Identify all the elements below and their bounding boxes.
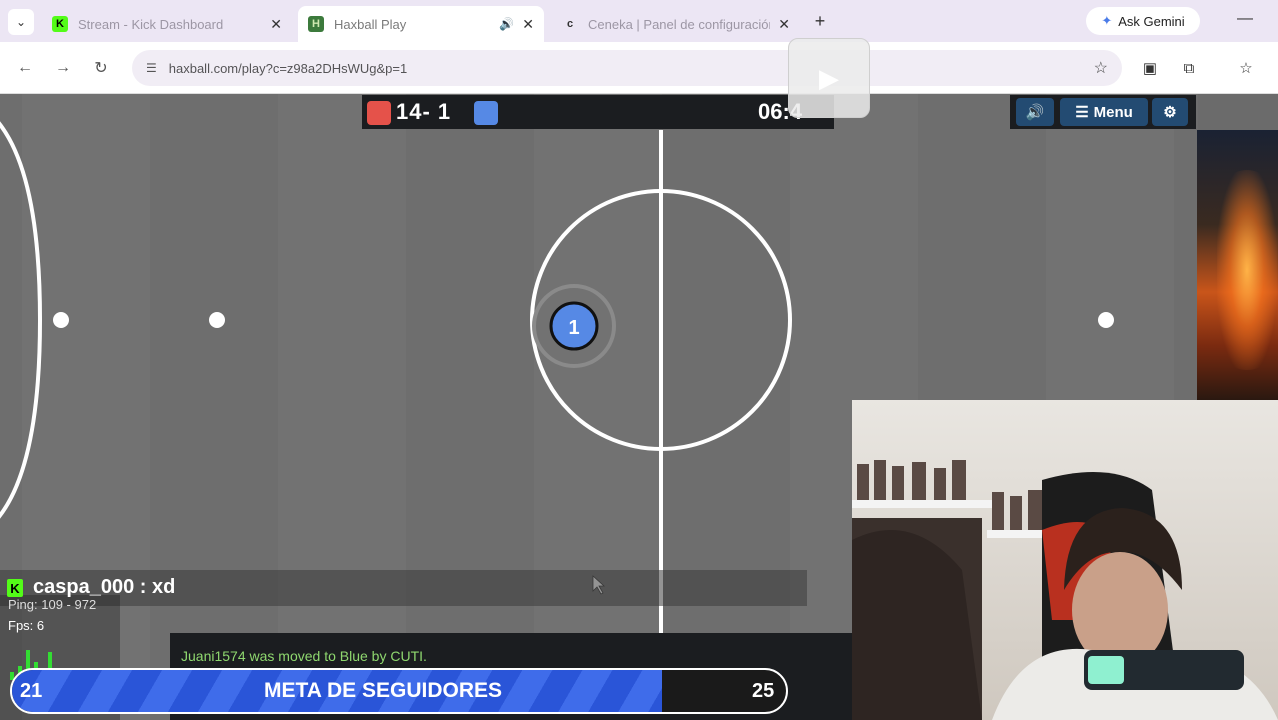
screen: ⌄ K Stream - Kick Dashboard ✕ H Haxball … xyxy=(0,0,1278,720)
close-icon[interactable]: ✕ xyxy=(778,16,790,33)
kick-logo-icon: K xyxy=(7,579,23,597)
shelf xyxy=(852,500,1002,508)
sound-button[interactable]: 🔊 xyxy=(1016,98,1054,126)
speaker-icon[interactable]: 🔊 xyxy=(499,17,514,31)
video-play-overlay[interactable]: ▶ xyxy=(788,38,870,118)
tab-title: Ceneka | Panel de configuración xyxy=(588,16,771,32)
gemini-sparkle-icon: ✦ xyxy=(1101,13,1113,28)
menu-button[interactable]: ☰ Menu xyxy=(1060,98,1148,126)
goal-target: 25 xyxy=(752,680,775,702)
back-button[interactable]: ← xyxy=(12,55,38,81)
ask-gemini-button[interactable]: ✦ Ask Gemini xyxy=(1086,7,1200,35)
browser-tab-strip: ⌄ K Stream - Kick Dashboard ✕ H Haxball … xyxy=(0,0,1278,42)
reload-button[interactable]: ↻ xyxy=(88,55,114,81)
plus-icon: + xyxy=(814,10,826,31)
chat-message: caspa_000 : xd xyxy=(33,576,176,598)
tab-title: Haxball Play xyxy=(334,16,407,32)
tab-ceneka-panel[interactable]: c Ceneka | Panel de configuración ✕ xyxy=(552,6,800,42)
arrow-left-icon: ← xyxy=(17,59,33,76)
fps-readout: Fps: 6 xyxy=(8,618,45,633)
goal-post xyxy=(1098,312,1114,328)
tab-search-button[interactable]: ⌄ xyxy=(8,9,34,35)
blue-team-square xyxy=(474,101,498,125)
penalty-spot xyxy=(209,312,225,328)
red-team-square xyxy=(367,101,391,125)
settings-button[interactable]: ⚙ xyxy=(1152,98,1188,126)
bookmark-star-icon[interactable]: ☆ xyxy=(1094,58,1108,78)
extensions-puzzle-icon[interactable]: ⧉ xyxy=(1177,56,1201,80)
gear-icon: ⚙ xyxy=(1163,104,1177,121)
browser-toolbar: ← → ↻ ☰ haxball.com/play?c=z98a2DHsWUg&p… xyxy=(0,42,1278,94)
forward-button[interactable]: → xyxy=(50,55,76,81)
hamburger-icon: ☰ xyxy=(1075,104,1089,121)
webcam-scene xyxy=(852,460,1278,720)
webcam-feed xyxy=(852,400,1278,720)
player-number: 1 xyxy=(568,317,579,339)
speaker-icon: 🔊 xyxy=(1025,104,1045,121)
tab-kick-dashboard[interactable]: K Stream - Kick Dashboard ✕ xyxy=(42,6,292,42)
extension-icon[interactable]: ▣ xyxy=(1138,56,1162,80)
play-icon: ▶ xyxy=(819,62,839,93)
tab-haxball-play[interactable]: H Haxball Play 🔊 ✕ xyxy=(298,6,544,42)
site-info-icon[interactable]: ☰ xyxy=(146,61,157,75)
close-icon[interactable]: ✕ xyxy=(522,16,534,33)
flame-glow xyxy=(1217,170,1277,370)
gemini-label: Ask Gemini xyxy=(1118,13,1185,29)
ping-readout: Ping: 109 - 972 xyxy=(8,597,97,612)
deck-light xyxy=(1088,656,1124,684)
ceneka-icon: c xyxy=(566,18,574,30)
server-message: Juani1574 was moved to Blue by CUTI. xyxy=(181,648,427,664)
haxball-icon: H xyxy=(308,16,324,32)
menu-label: Menu xyxy=(1093,103,1133,121)
goal-title: META DE SEGUIDORES xyxy=(264,679,503,702)
close-icon[interactable]: ✕ xyxy=(270,16,282,33)
goal-current: 21 xyxy=(20,680,43,702)
url-text[interactable]: haxball.com/play?c=z98a2DHsWUg&p=1 xyxy=(169,61,407,76)
reload-icon: ↻ xyxy=(94,60,108,77)
bookmarks-icon[interactable]: ☆ xyxy=(1234,56,1258,80)
chevron-down-icon: ⌄ xyxy=(15,15,27,29)
kick-logo-icon: K xyxy=(52,16,68,32)
score-text: 14- 1 xyxy=(396,99,452,124)
address-bar[interactable]: ☰ haxball.com/play?c=z98a2DHsWUg&p=1 ☆ xyxy=(132,50,1122,86)
minimize-window-button[interactable]: — xyxy=(1236,10,1254,28)
stream-overlay-art xyxy=(1197,130,1278,400)
goal-post xyxy=(53,312,69,328)
new-tab-button[interactable]: + xyxy=(808,9,832,33)
goal-area-arc xyxy=(0,121,43,519)
arrow-right-icon: → xyxy=(55,59,71,76)
tab-title: Stream - Kick Dashboard xyxy=(78,16,224,32)
